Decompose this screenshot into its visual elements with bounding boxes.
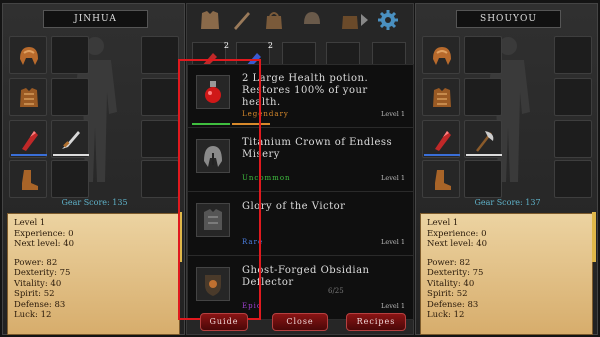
helmet-slot[interactable]: [422, 36, 460, 74]
equip-slot[interactable]: [464, 78, 502, 116]
leather-armor-icon: [20, 88, 38, 107]
character-stats: Level 1 Experience: 0 Next level: 40 Pow…: [420, 213, 593, 335]
equip-slot[interactable]: [51, 78, 89, 116]
gear-score: Gear Score: 135: [61, 198, 128, 207]
chest-slot[interactable]: [9, 78, 47, 116]
character-name: JINHUA: [43, 10, 148, 28]
stat-line: Experience: 0: [14, 228, 74, 239]
red-crystal-icon: [22, 131, 38, 151]
equip-slot[interactable]: [141, 36, 179, 74]
stat-line: Dexterity: 75: [14, 268, 71, 278]
left-character-panel: JINHUA Gear Score: 135 Level 1 Experienc…: [2, 3, 185, 335]
item-level: Level 1: [381, 302, 405, 310]
guide-button[interactable]: Guide: [200, 313, 248, 331]
helmet-tab-icon[interactable]: [300, 8, 324, 32]
item-level: Level 1: [381, 238, 405, 246]
gear-score: Gear Score: 137: [474, 198, 541, 207]
leather-armor-icon: [433, 88, 451, 107]
armor-tab-icon[interactable]: [198, 8, 222, 32]
equip-slot[interactable]: [51, 160, 89, 198]
helmet-slot[interactable]: [9, 36, 47, 74]
stat-line: Level 1: [427, 218, 459, 228]
inventory-counter: 6/25: [328, 287, 344, 295]
stat-line: Next level: 40: [427, 239, 488, 249]
stat-line: Power: 82: [14, 257, 58, 268]
slot-quality-bar: [466, 154, 502, 156]
equip-slot[interactable]: [464, 160, 502, 198]
equip-slot[interactable]: [51, 36, 89, 74]
gear-icon[interactable]: [376, 8, 400, 32]
boots-icon: [435, 170, 451, 190]
equip-slot[interactable]: [141, 78, 179, 116]
stats-scrollbar[interactable]: [592, 212, 596, 262]
item-level: Level 1: [381, 174, 405, 182]
close-button[interactable]: Close: [272, 313, 328, 331]
stat-line: Dexterity: 75: [427, 268, 484, 278]
dagger-icon: [62, 131, 80, 149]
stat-line: Next level: 40: [14, 239, 75, 249]
leather-helmet-icon: [20, 47, 38, 65]
character-name: SHOUYOU: [456, 10, 561, 28]
character-stats: Level 1 Experience: 0 Next level: 40 Pow…: [7, 213, 180, 335]
slot-quality-bar: [11, 154, 47, 156]
stat-line: Luck: 12: [427, 310, 465, 320]
offhand-slot[interactable]: [9, 120, 47, 158]
chest-slot[interactable]: [422, 78, 460, 116]
boots-slot[interactable]: [9, 160, 47, 198]
bag-tab-icon[interactable]: [262, 8, 286, 32]
weapon-tab-icon[interactable]: [230, 8, 254, 32]
stat-line: Luck: 12: [14, 310, 52, 320]
equip-slot[interactable]: [554, 120, 592, 158]
equip-slot[interactable]: [141, 120, 179, 158]
stat-line: Vitality: 40: [14, 278, 62, 289]
stat-line: Defense: 83: [14, 299, 66, 310]
axe-icon: [476, 131, 494, 152]
offhand-slot[interactable]: [422, 120, 460, 158]
equip-slot[interactable]: [554, 78, 592, 116]
boots-icon: [22, 170, 38, 190]
item-title: Titanium Crown of Endless Misery: [242, 137, 393, 160]
item-level: Level 1: [381, 110, 405, 118]
item-title: 2 Large Health potion. Restores 100% of …: [242, 73, 369, 108]
stat-line: Spirit: 52: [427, 289, 468, 299]
stat-line: Vitality: 40: [427, 278, 475, 289]
weapon-slot[interactable]: [464, 120, 502, 158]
weapon-slot[interactable]: [51, 120, 89, 158]
boots-slot[interactable]: [422, 160, 460, 198]
chevron-right-icon[interactable]: [358, 8, 372, 32]
leather-helmet-icon: [433, 47, 451, 65]
recipes-button[interactable]: Recipes: [346, 313, 406, 331]
equip-slot[interactable]: [554, 36, 592, 74]
stack-count: 2: [223, 41, 229, 50]
right-character-panel: SHOUYOU Gear Score: 137 Level 1 Experien…: [415, 3, 598, 335]
item-title: Glory of the Victor: [242, 201, 346, 212]
equip-slot[interactable]: [464, 36, 502, 74]
equip-slot[interactable]: [554, 160, 592, 198]
stat-line: Defense: 83: [427, 299, 479, 310]
stat-line: Power: 82: [427, 257, 471, 268]
equip-slot[interactable]: [141, 160, 179, 198]
stat-line: Level 1: [14, 218, 46, 228]
highlight-rectangle: [178, 59, 261, 320]
slot-quality-bar: [53, 154, 89, 156]
stat-line: Spirit: 52: [14, 289, 55, 299]
slot-quality-bar: [424, 154, 460, 156]
item-title: Ghost-Forged Obsidian Deflector: [242, 265, 370, 288]
stat-line: Experience: 0: [427, 228, 487, 239]
red-crystal-icon: [435, 131, 451, 151]
stack-count: 2: [267, 41, 273, 50]
